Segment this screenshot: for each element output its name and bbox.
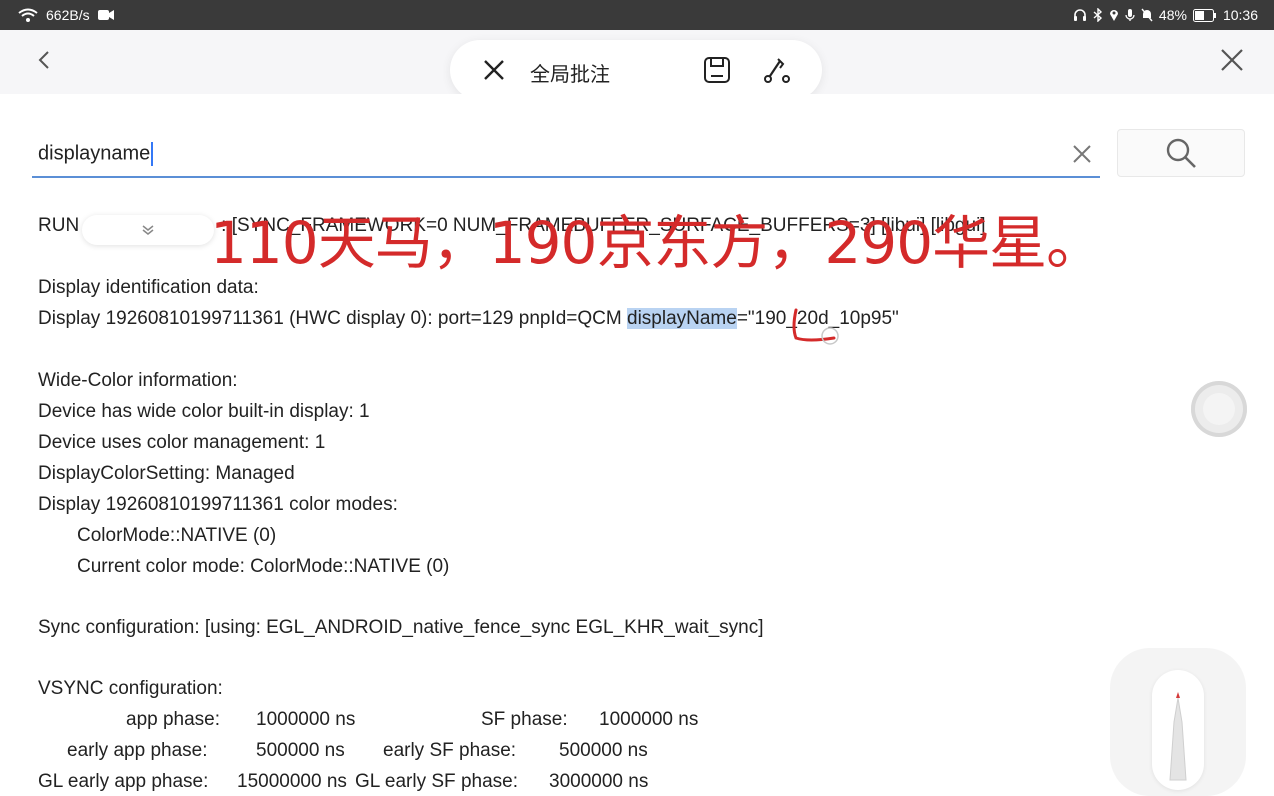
vsync-r3-label2: GL early SF phase: (355, 771, 518, 792)
content-line-8: ColorMode::NATIVE (0) (77, 525, 277, 546)
microphone-icon (1125, 9, 1135, 21)
battery-percent: 48% (1158, 7, 1187, 23)
save-icon[interactable] (702, 55, 732, 85)
search-button[interactable] (1117, 129, 1245, 177)
document-content: RUN: [SYNC_FRAMEWORK=0 NUM_FRAMEBUFFER_S… (0, 212, 1274, 796)
chevron-left-icon (38, 51, 49, 69)
close-window-icon[interactable] (1216, 44, 1248, 76)
vsync-r1-value: 1000000 ns (256, 709, 356, 730)
vsync-r2-value: 500000 ns (256, 740, 345, 761)
battery-icon (1192, 8, 1216, 22)
vsync-r2-label: early app phase: (67, 740, 208, 761)
content-line-2: Display 19260810199711361 (HWC display 0… (38, 308, 899, 329)
floating-assist-button[interactable] (1191, 381, 1247, 437)
status-right: 48% 10:36 (1073, 7, 1258, 23)
location-icon (1109, 10, 1118, 21)
video-record-icon (97, 10, 114, 20)
vsync-r1-value2: 1000000 ns (599, 709, 699, 730)
annotation-title: 全局批注 (530, 64, 610, 86)
content-line-5: Device uses color management: 1 (38, 432, 326, 453)
search-input-value: displayname (38, 142, 154, 166)
content-line-3: Wide-Color information: (38, 370, 238, 391)
wifi-icon (18, 8, 38, 22)
content-line-10: Sync configuration: [using: EGL_ANDROID_… (38, 617, 764, 638)
vsync-r2-value2: 500000 ns (559, 740, 648, 761)
annotation-toolbar: 全局批注 (450, 40, 822, 100)
top-bar: 全局批注 (0, 30, 1274, 100)
clock: 10:36 (1222, 7, 1258, 23)
vsync-r1-label: app phase: (126, 709, 221, 730)
vsync-r2-label2: early SF phase: (383, 740, 517, 761)
content-line-9: Current color mode: ColorMode::NATIVE (0… (77, 556, 450, 577)
vsync-r3-label: GL early app phase: (38, 771, 209, 792)
headphones-icon (1073, 9, 1086, 21)
pen-tool-icon (1169, 692, 1187, 781)
content-line-6: DisplayColorSetting: Managed (38, 463, 295, 484)
close-annotation-icon[interactable] (480, 56, 508, 84)
vsync-r3-value2: 3000000 ns (549, 771, 649, 792)
bluetooth-icon (1093, 8, 1102, 22)
search-icon (1166, 138, 1196, 168)
vsync-r1-label2: SF phase: (481, 709, 568, 730)
chevron-double-down-icon (142, 225, 154, 235)
status-bar: 662B/s 48% 10:36 (0, 0, 1274, 30)
status-left: 662B/s (18, 7, 114, 23)
stylus-dock[interactable] (1110, 648, 1246, 796)
vsync-r3-value: 15000000 ns (237, 771, 347, 792)
content-line-11: VSYNC configuration: (38, 678, 223, 699)
stylus-tool[interactable] (1152, 670, 1204, 790)
pen-stroke-mark (792, 308, 839, 345)
handwritten-annotation: 110天马，190京东方，290华星。 (210, 209, 1104, 277)
content-line-4: Device has wide color built-in display: … (38, 401, 370, 422)
text-caret (151, 142, 154, 166)
network-speed: 662B/s (46, 7, 90, 23)
search-match-highlight: displayName (627, 308, 737, 329)
search-area: displayname (0, 94, 1274, 212)
selection-handle[interactable] (82, 215, 214, 245)
back-button[interactable] (30, 42, 58, 78)
mute-bell-icon (1141, 8, 1153, 22)
draw-pen-icon[interactable] (762, 55, 794, 85)
clear-search-icon[interactable] (1068, 140, 1096, 168)
search-input[interactable]: displayname (32, 136, 1100, 178)
content-line-7: Display 19260810199711361 color modes: (38, 494, 398, 515)
